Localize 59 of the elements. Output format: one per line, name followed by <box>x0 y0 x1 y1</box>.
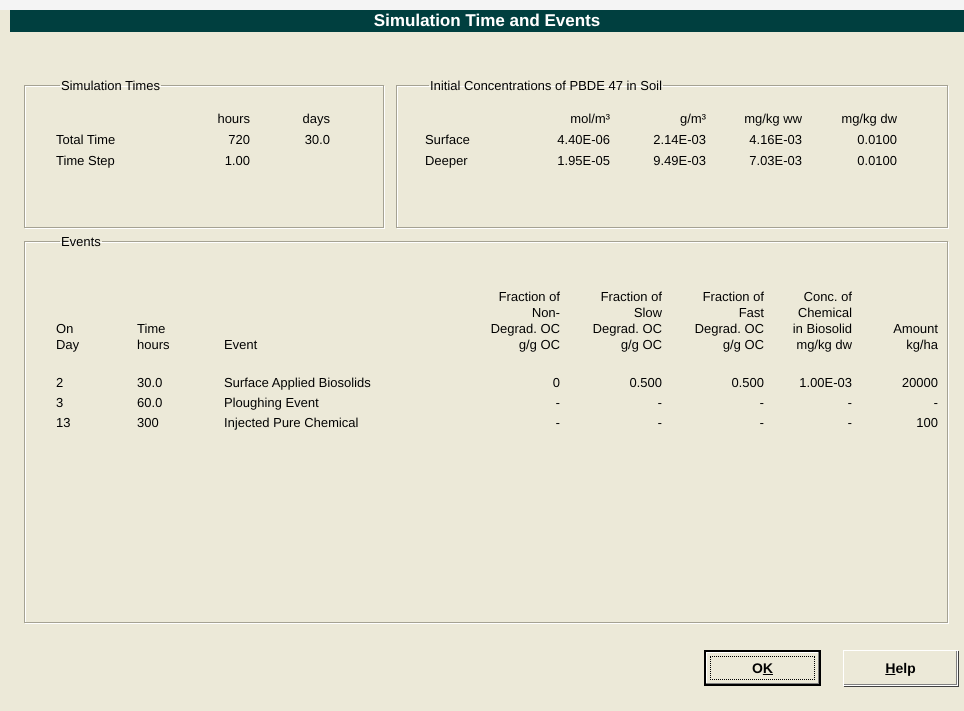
column-header: hours <box>216 111 250 127</box>
table-cell-text: - <box>846 415 852 431</box>
column-header: g/m³ <box>679 111 706 127</box>
table-cell-text: 4.40E-06 <box>556 132 610 148</box>
table-cell-text: 9.49E-03 <box>652 153 706 169</box>
table-cell-text: - <box>846 395 852 411</box>
table-cell-text: 0.500 <box>730 375 764 391</box>
table-cell-text: - <box>554 395 560 411</box>
table-cell-text: - <box>656 395 662 411</box>
table-cell-text: 20000 <box>900 375 938 391</box>
table-cell-text: 13 <box>56 415 72 431</box>
table-cell-text: 2 <box>56 375 64 391</box>
help-button[interactable]: Help <box>843 650 958 686</box>
table-cell-text: 1.00 <box>224 153 250 169</box>
table-cell-text: 300 <box>137 415 160 431</box>
table-cell-text: Surface Applied Biosolids <box>224 375 372 391</box>
table-cell-text: 60.0 <box>137 395 164 411</box>
column-header: Event <box>224 337 258 353</box>
table-cell-text: Ploughing Event <box>224 395 320 411</box>
column-header: Fraction of Fast Degrad. OC g/g OC <box>694 289 764 353</box>
column-header: Amount kg/ha <box>892 321 938 353</box>
table-cell-text: 30.0 <box>304 132 330 148</box>
column-header: mol/m³ <box>569 111 610 127</box>
table-cell-text: 30.0 <box>137 375 164 391</box>
table-cell-text: 1.95E-05 <box>556 153 610 169</box>
ok-button[interactable]: OK <box>704 650 821 686</box>
table-cell-text: 1.00E-03 <box>798 375 852 391</box>
column-header: Fraction of Slow Degrad. OC g/g OC <box>592 289 662 353</box>
group-title: Initial Concentrations of PBDE 47 in Soil <box>429 78 663 93</box>
table-cell-text: 7.03E-03 <box>748 153 802 169</box>
table-cell-text: - <box>758 395 764 411</box>
table-cell-text: Injected Pure Chemical <box>224 415 360 431</box>
table-cell-text: 2.14E-03 <box>652 132 706 148</box>
row-label: Surface <box>425 132 471 148</box>
table-cell-text: - <box>758 415 764 431</box>
table-cell-text: 720 <box>227 132 250 148</box>
table-cell-text: 0.500 <box>628 375 662 391</box>
table-cell-text: 0.0100 <box>856 132 897 148</box>
table-cell-text: - <box>932 395 938 411</box>
table-cell-text: 3 <box>56 395 64 411</box>
column-header: Time hours <box>137 321 171 353</box>
group-title: Events <box>60 234 102 249</box>
table-cell-text: 4.16E-03 <box>748 132 802 148</box>
table-cell-text: - <box>656 415 662 431</box>
table-cell-text: - <box>554 415 560 431</box>
row-label: Total Time <box>56 132 116 148</box>
column-header: days <box>302 111 330 127</box>
column-header: Conc. of Chemical in Biosolid mg/kg dw <box>792 289 852 353</box>
table-cell-text: 0 <box>552 375 560 391</box>
row-label: Time Step <box>56 153 116 169</box>
column-header: On Day <box>56 321 80 353</box>
row-label: Deeper <box>425 153 469 169</box>
group-title: Simulation Times <box>60 78 161 93</box>
column-header: mg/kg ww <box>743 111 802 127</box>
table-cell-text: 100 <box>915 415 938 431</box>
column-header: Fraction of Non- Degrad. OC g/g OC <box>490 289 560 353</box>
window-title: Simulation Time and Events <box>10 10 964 32</box>
column-header: mg/kg dw <box>840 111 897 127</box>
table-cell-text: 0.0100 <box>856 153 897 169</box>
